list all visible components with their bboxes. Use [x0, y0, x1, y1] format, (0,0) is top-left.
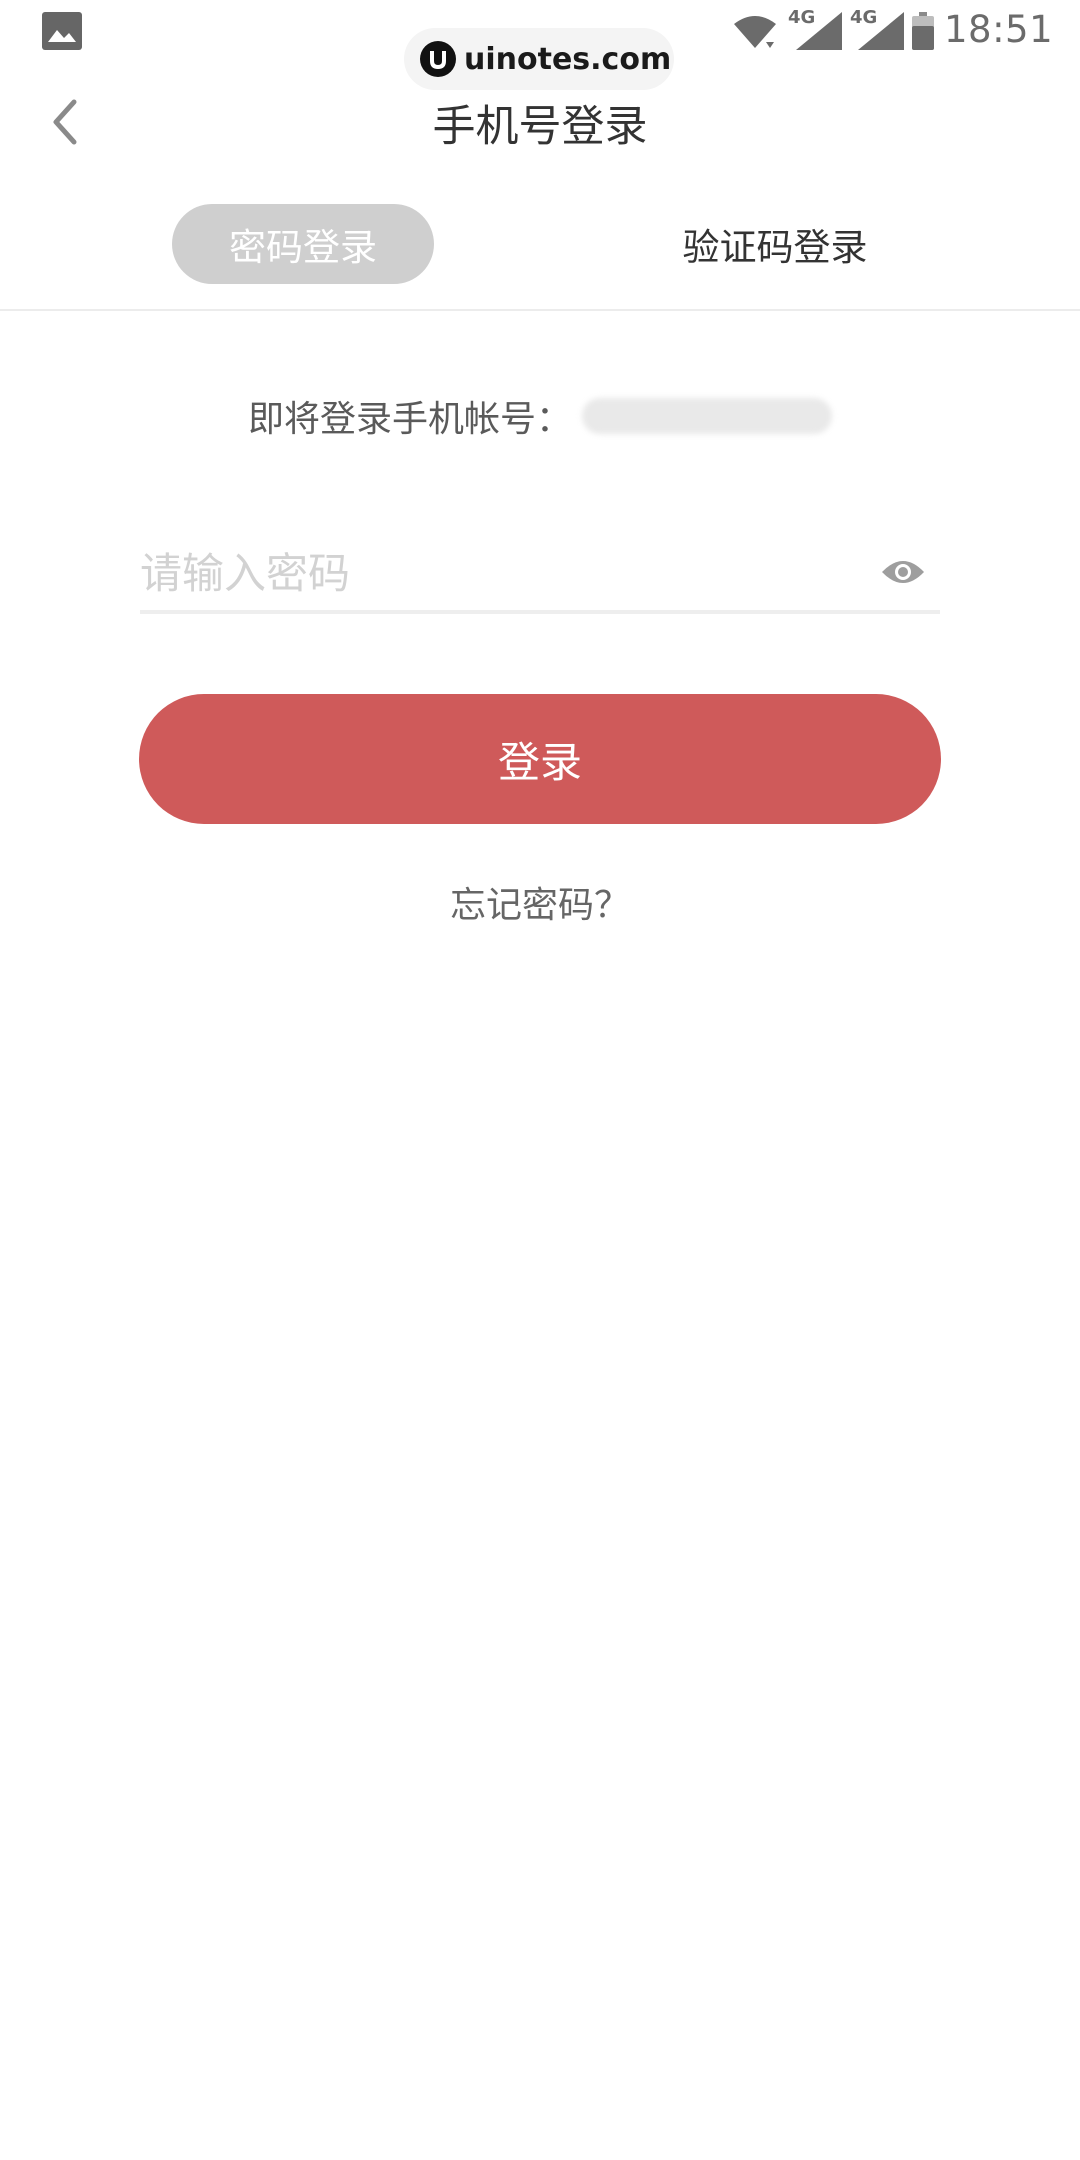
- gallery-icon: [42, 12, 82, 50]
- login-button[interactable]: 登录: [139, 694, 941, 824]
- login-mode-tabs: 密码登录 验证码登录: [0, 204, 1080, 284]
- battery-icon: [912, 12, 934, 50]
- watermark-badge: uinotes.com: [404, 28, 674, 90]
- login-screen: 4G 4G 18:51 uinotes.com 手机号登录 密码登录 验证码登录…: [0, 0, 1080, 2160]
- password-field: [140, 538, 940, 614]
- uinotes-logo-icon: [420, 41, 456, 77]
- wifi-icon: [734, 16, 776, 48]
- watermark-text: uinotes.com: [464, 41, 672, 77]
- status-time: 18:51: [944, 8, 1054, 51]
- tab-sms-code-login[interactable]: 验证码登录: [640, 204, 910, 284]
- password-input[interactable]: [140, 538, 860, 608]
- signal-icon: [796, 12, 842, 50]
- eye-icon[interactable]: [880, 556, 926, 588]
- account-info: 即将登录手机帐号：: [0, 390, 1080, 442]
- masked-phone-number: [582, 398, 832, 434]
- account-label: 即将登录手机帐号：: [247, 399, 572, 440]
- forgot-password-link[interactable]: 忘记密码？: [0, 876, 1080, 928]
- signal-icon: [858, 12, 904, 50]
- divider: [0, 309, 1080, 311]
- tab-password-login[interactable]: 密码登录: [172, 204, 434, 284]
- page-title: 手机号登录: [432, 102, 648, 152]
- password-underline: [140, 610, 940, 614]
